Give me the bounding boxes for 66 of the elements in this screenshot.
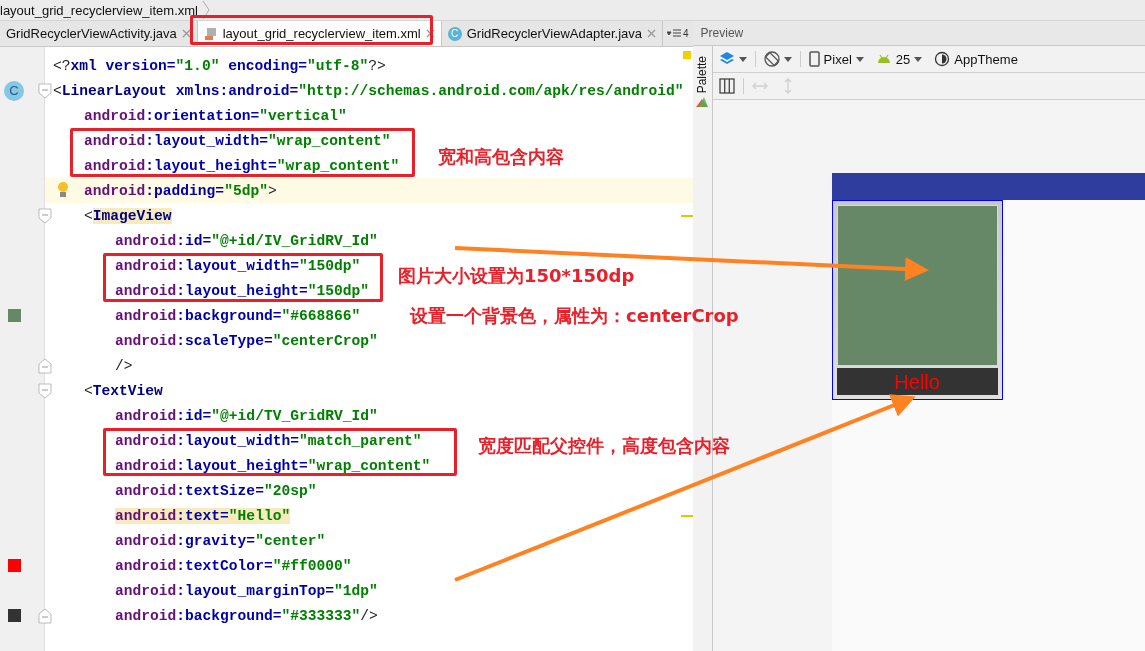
caret-icon bbox=[855, 56, 864, 62]
palette-tab[interactable]: Palette bbox=[695, 56, 710, 94]
tab-overflow-button[interactable]: 4 bbox=[663, 21, 693, 46]
annotation-note: 图片大小设置为150*150dp bbox=[398, 264, 635, 288]
code-line: android:layout_width="150dp" bbox=[115, 257, 361, 274]
fold-icon[interactable] bbox=[38, 83, 52, 99]
code-line: android:id="@+id/IV_GridRV_Id" bbox=[115, 232, 378, 249]
code-line: android:layout_height="wrap_content" bbox=[84, 157, 400, 174]
fold-icon[interactable] bbox=[38, 208, 52, 224]
toolbar-button[interactable] bbox=[718, 51, 756, 67]
toolbar-dropdown[interactable]: AppTheme bbox=[934, 51, 1022, 67]
code-line: android:scaleType="centerCrop" bbox=[115, 332, 378, 349]
phone-icon bbox=[808, 51, 820, 67]
annotation-note: 宽和高包含内容 bbox=[438, 145, 564, 169]
caret-icon bbox=[738, 56, 747, 62]
code-line: android:textSize="20sp" bbox=[115, 482, 317, 499]
code-line: /> bbox=[115, 357, 133, 374]
breadcrumb-item[interactable]: layout_grid_recyclerview_item.xml bbox=[0, 2, 198, 18]
code-line: android:layout_width="match_parent" bbox=[115, 432, 422, 449]
toolbar-button[interactable] bbox=[718, 78, 744, 94]
fold-icon[interactable] bbox=[38, 383, 52, 399]
code-line: android:gravity="center" bbox=[115, 532, 326, 549]
editor-tab[interactable]: layout_grid_recyclerview_item.xml bbox=[197, 21, 442, 46]
code-line: android:layout_marginTop="1dp" bbox=[115, 582, 378, 599]
panel-title: Preview bbox=[692, 21, 1145, 46]
bulb-icon[interactable] bbox=[57, 181, 69, 199]
chevron-icon bbox=[201, 1, 210, 19]
code-line: android:orientation="vertical" bbox=[84, 107, 347, 124]
code-line: android:padding="5dp"> bbox=[84, 182, 277, 199]
close-icon[interactable] bbox=[425, 29, 435, 38]
code-line: android:id="@+id/TV_GridRV_Id" bbox=[115, 407, 378, 424]
status-icon bbox=[682, 51, 691, 59]
code-line: android:layout_height="150dp" bbox=[115, 282, 369, 299]
code-line: android:background="#333333"/> bbox=[115, 607, 378, 624]
class-icon: C bbox=[447, 26, 462, 41]
toolbar-button[interactable] bbox=[763, 51, 801, 67]
fold-icon[interactable] bbox=[38, 608, 52, 624]
layers-icon bbox=[718, 51, 735, 67]
close-icon[interactable] bbox=[647, 29, 657, 38]
annotation-note: 宽度匹配父控件，高度包含内容 bbox=[478, 434, 730, 458]
error-stripe-mark bbox=[680, 215, 693, 217]
annotation-note: 设置一个背景色，属性为：centerCrop bbox=[410, 304, 739, 328]
code-line: <?xml version="1.0" encoding="utf-8"?> bbox=[53, 57, 386, 74]
columns-icon bbox=[718, 78, 735, 94]
code-line: <TextView bbox=[84, 382, 163, 399]
caret-icon bbox=[783, 56, 792, 62]
code-line: android:text="Hello" bbox=[115, 507, 291, 524]
code-line: android:textColor="#ff0000" bbox=[115, 557, 352, 574]
palette-icon bbox=[696, 97, 709, 108]
rotate-icon bbox=[763, 51, 780, 67]
class-badge: C bbox=[4, 80, 24, 101]
theme-icon bbox=[934, 51, 951, 67]
fold-icon[interactable] bbox=[38, 358, 52, 374]
close-icon[interactable] bbox=[181, 29, 191, 38]
code-line: android:layout_width="wrap_content" bbox=[84, 132, 391, 149]
text-view-label: Hello bbox=[894, 370, 940, 393]
error-stripe-mark bbox=[680, 515, 693, 517]
layout-file-icon bbox=[203, 26, 218, 41]
code-line: <LinearLayout xmlns:android="http://schemas.android.com/apk/res/android" bbox=[53, 82, 684, 99]
code-line: android:background="#668866" bbox=[115, 307, 361, 324]
caret-icon bbox=[914, 56, 923, 62]
toolbar-dropdown[interactable]: Pixel bbox=[808, 51, 868, 67]
toolbar-dropdown[interactable]: 25 bbox=[875, 51, 927, 67]
code-line: <ImageView bbox=[84, 207, 172, 224]
list-icon bbox=[667, 28, 682, 39]
code-line: android:layout_height="wrap_content" bbox=[115, 457, 431, 474]
